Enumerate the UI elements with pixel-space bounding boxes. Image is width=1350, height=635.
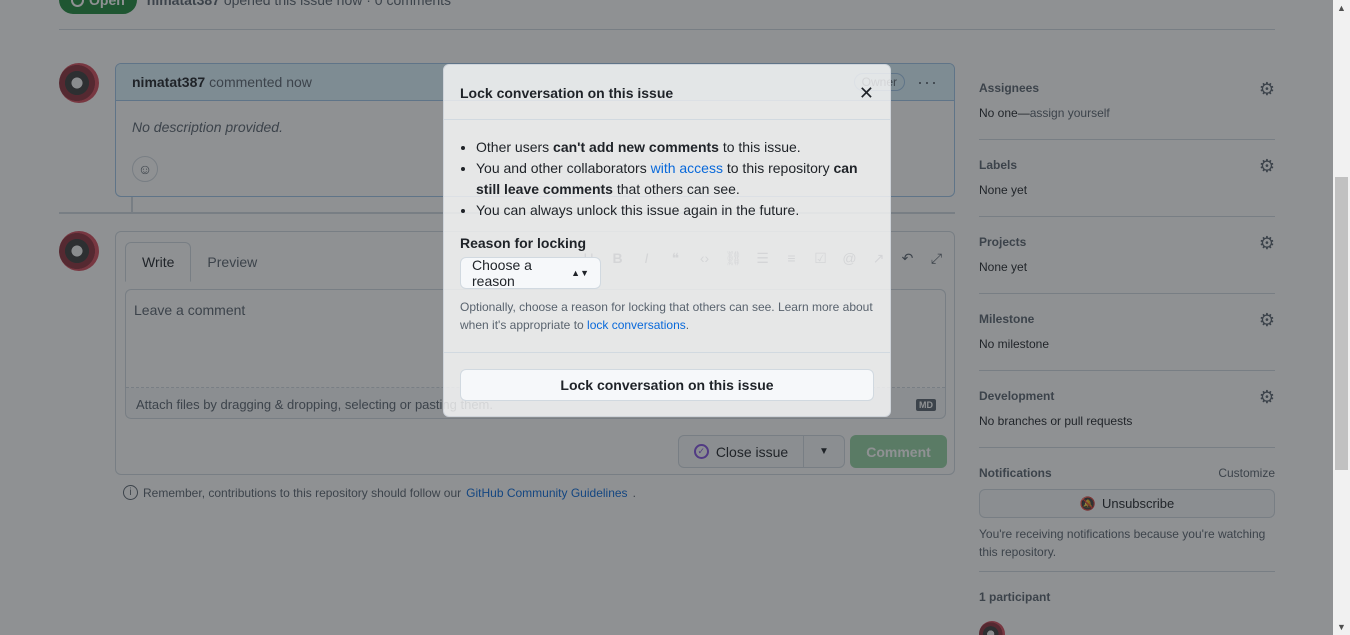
- reason-select[interactable]: Choose a reason ▲▼: [460, 257, 601, 289]
- bullet-text: Other users: [476, 139, 554, 155]
- select-arrows-icon: ▲▼: [571, 268, 589, 278]
- page-scrollbar[interactable]: ▲ ▼: [1333, 0, 1350, 635]
- help-text-end: .: [685, 318, 690, 332]
- close-icon[interactable]: ✕: [859, 83, 874, 104]
- dialog-footer: Lock conversation on this issue: [444, 352, 890, 418]
- lock-effects-list: Other users can't add new comments to th…: [476, 137, 874, 221]
- bullet-text: that others can see.: [612, 181, 740, 197]
- bullet-emphasis: can't add new comments: [553, 139, 719, 155]
- reason-help-text: Optionally, choose a reason for locking …: [460, 298, 874, 334]
- lock-conversations-link[interactable]: lock conversations: [587, 318, 686, 332]
- reason-label: Reason for locking: [460, 235, 587, 251]
- list-item: Other users can't add new comments to th…: [476, 137, 874, 158]
- scroll-up-icon[interactable]: ▲: [1337, 3, 1346, 13]
- scroll-down-icon[interactable]: ▼: [1337, 622, 1346, 632]
- dialog-header: Lock conversation on this issue ✕: [444, 65, 890, 120]
- dialog-title: Lock conversation on this issue: [460, 85, 674, 101]
- list-item: You can always unlock this issue again i…: [476, 200, 874, 221]
- bullet-text: to this issue.: [718, 139, 801, 155]
- lock-conversation-dialog: Lock conversation on this issue ✕ Other …: [443, 64, 891, 417]
- scrollbar-thumb[interactable]: [1335, 177, 1348, 470]
- with-access-link[interactable]: with access: [651, 160, 723, 176]
- bullet-text: to this repository: [722, 160, 834, 176]
- reason-selected-value: Choose a reason: [472, 257, 532, 289]
- list-item: You and other collaborators with access …: [476, 158, 874, 200]
- lock-conversation-button[interactable]: Lock conversation on this issue: [460, 369, 874, 401]
- bullet-text: You and other collaborators: [476, 160, 651, 176]
